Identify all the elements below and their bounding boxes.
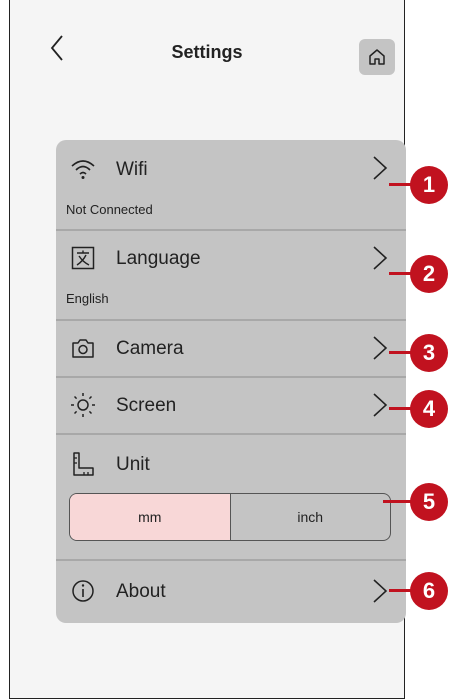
chevron-right-icon (373, 336, 388, 360)
chevron-right-icon (373, 393, 388, 417)
unit-label: Unit (116, 454, 150, 475)
settings-row-camera[interactable]: Camera (56, 321, 406, 376)
callout-badge-1: 1 (410, 166, 448, 204)
page-title: Settings (171, 42, 243, 62)
ruler-icon (70, 451, 96, 477)
info-icon (70, 578, 96, 604)
camera-icon (70, 335, 96, 361)
wifi-icon (70, 156, 96, 182)
callout-badge-4: 4 (410, 390, 448, 428)
settings-row-language[interactable]: Language English (56, 231, 406, 319)
callout-badge-2: 2 (410, 255, 448, 293)
about-label: About (116, 581, 166, 602)
camera-label: Camera (116, 338, 184, 359)
wifi-label: Wifi (116, 159, 148, 180)
screen-label: Screen (116, 395, 177, 416)
settings-row-about[interactable]: About (56, 561, 406, 623)
callout-badge-3: 3 (410, 334, 448, 372)
wifi-status: Not Connected (66, 202, 153, 217)
callout-badge-6: 6 (410, 572, 448, 610)
language-value: English (66, 291, 109, 306)
language-icon (70, 245, 96, 271)
language-label: Language (116, 248, 201, 269)
settings-row-screen[interactable]: Screen (56, 378, 406, 433)
unit-option-mm[interactable]: mm (70, 494, 230, 540)
chevron-right-icon (373, 246, 388, 270)
settings-panel: Wifi Not Connected Language English Came… (56, 140, 406, 623)
unit-option-inch[interactable]: inch (229, 494, 391, 540)
chevron-right-icon (373, 156, 388, 180)
chevron-right-icon (373, 579, 388, 603)
phone-screen: Settings Wifi Not Connected Language Eng… (9, 0, 406, 699)
home-button[interactable] (359, 39, 395, 75)
settings-row-wifi[interactable]: Wifi Not Connected (56, 140, 406, 229)
unit-toggle: mm inch (69, 493, 391, 541)
brightness-icon (70, 392, 96, 418)
home-icon (369, 49, 385, 65)
callout-badge-5: 5 (410, 483, 448, 521)
